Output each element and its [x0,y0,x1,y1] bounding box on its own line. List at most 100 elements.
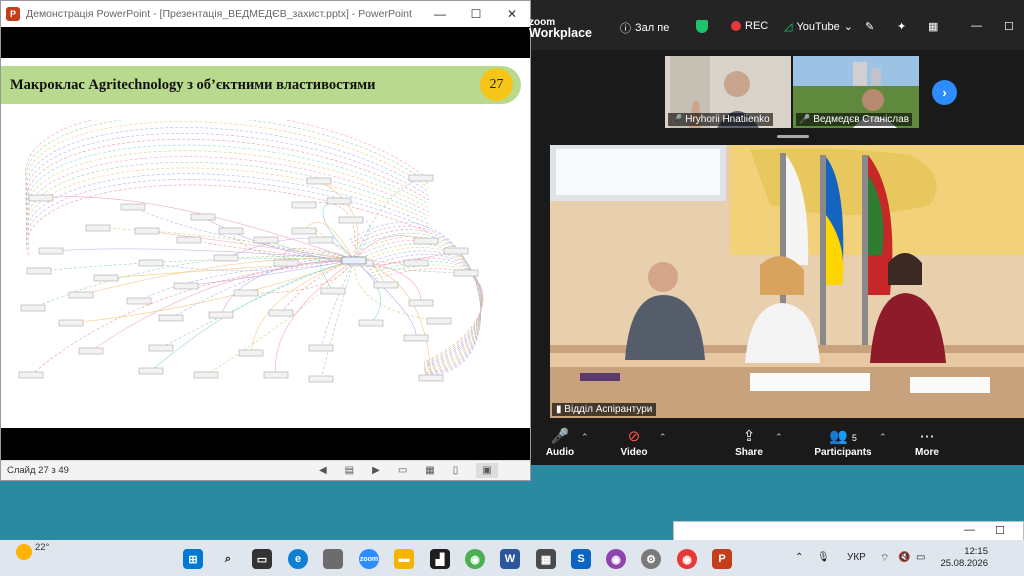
calculator-icon[interactable]: ▦ [536,549,556,569]
date: 25.08.2026 [940,558,988,569]
graph-arc [25,138,430,216]
graph-node [58,319,84,327]
app-s-icon[interactable]: S [571,549,591,569]
language-indicator[interactable]: УКР [847,552,866,563]
microphone-icon[interactable]: 🎙 [817,552,830,563]
battery-icon[interactable]: ▭ [916,552,925,563]
video-options-caret[interactable]: ⌃ [659,432,667,443]
active-speaker-video[interactable]: ▮ Відділ Аспірантури [550,145,1024,418]
minimize-button[interactable]: — [964,524,975,536]
graph-node [306,177,332,185]
clock[interactable]: 12:15 25.08.2026 [940,546,988,570]
audio-options-caret[interactable]: ⌃ [581,432,589,443]
slide[interactable]: Макроклас Agritechnology з об’єктними вл… [1,58,530,428]
security-icon[interactable] [696,20,708,33]
graph-node [233,289,259,297]
graph-node [308,344,334,352]
view-button[interactable]: ⓘ Зал пе [620,20,669,36]
graph-hub-node [341,256,367,265]
graph-node [408,174,434,182]
minimize-button[interactable]: — [422,1,458,27]
graph-node [120,203,146,211]
maximize-button[interactable]: ☐ [458,1,494,27]
graph-node [218,227,244,235]
powerpoint-icon[interactable]: P [712,549,732,569]
audio-button[interactable]: 🎤 Audio [545,427,575,458]
graph-node [418,374,444,382]
graph-edge [146,230,355,261]
slide-menu-icon[interactable]: ▤ [345,465,354,476]
graph-node [68,291,94,299]
resize-handle[interactable] [777,135,809,138]
graph-node [426,317,452,325]
tray-chevron-icon[interactable]: ⌃ [795,552,803,563]
apps-icon[interactable]: ▦ [928,20,938,33]
graph-node [173,282,199,290]
share-screen-icon: ⇪ [742,428,756,445]
previous-slide-icon[interactable]: ◀ [319,465,327,476]
window-title: Демонстрація PowerPoint - [Презентація_В… [26,8,412,20]
zoom-icon[interactable]: zoom [359,549,379,569]
slide-sorter-icon[interactable]: ▦ [425,465,434,476]
settings-icon[interactable]: ⚙ [641,549,661,569]
word-icon[interactable]: W [500,549,520,569]
wifi-icon[interactable]: ⌔ [880,552,889,565]
share-options-caret[interactable]: ⌃ [775,432,783,443]
graph-node [373,281,399,289]
graph-node [338,216,364,224]
participant-tile[interactable]: 🎤 Ведмедєв Станіслав [793,56,919,128]
normal-view-icon[interactable]: ▭ [398,465,407,476]
wand-icon[interactable]: ✎ [865,20,874,33]
graph-node [176,236,202,244]
mic-muted-icon: 🎤 [799,114,811,124]
minimize-button[interactable]: — [971,20,982,32]
volume-muted-icon[interactable]: 🔇 [898,552,910,563]
video-button[interactable]: ⊘ Video [619,427,649,458]
weather-widget[interactable]: 22° [16,542,49,560]
maximize-button[interactable]: ☐ [995,524,1005,537]
participants-button[interactable]: 👥 5 Participants [812,427,874,458]
file-explorer-icon[interactable]: ▬ [394,549,414,569]
signal-icon: ◿ [784,21,793,33]
recording-indicator[interactable]: REC [731,20,768,32]
chrome-icon[interactable]: ◉ [465,549,485,569]
start-icon[interactable]: ⊞ [183,549,203,569]
next-page-button[interactable]: › [932,80,957,105]
graph-edge [230,230,355,261]
slide-title: Макроклас Agritechnology з об’єктними вл… [10,76,376,93]
ppt-title-bar: P Демонстрація PowerPoint - [Презентація… [1,1,530,27]
participant-tile[interactable]: 🎤 Hryhorii Hnatiienko [665,56,791,128]
time: 12:15 [964,546,988,557]
chrome-profile-icon[interactable]: ◉ [606,549,626,569]
reading-view-icon[interactable]: ▯ [453,465,459,476]
task-view-icon[interactable]: ▭ [252,549,272,569]
background-window[interactable]: — ☐ [673,521,1024,541]
next-slide-icon[interactable]: ▶ [372,465,380,476]
chart-app-icon[interactable]: ▟ [430,549,450,569]
powerpoint-icon: P [6,7,20,21]
graph-node [263,371,289,379]
edge-icon[interactable]: e [288,549,308,569]
more-button[interactable]: ⋯ More [912,427,942,458]
graph-node [28,194,54,202]
graph-node [134,227,160,235]
slideshow-icon[interactable]: ▣ [476,463,498,478]
graph-edge [353,259,381,324]
graph-node [158,314,184,322]
chrome-alt-icon[interactable]: ◉ [677,549,697,569]
maximize-button[interactable]: ☐ [1004,20,1014,33]
close-button[interactable]: ✕ [494,1,530,27]
slide-counter: Слайд 27 з 49 [7,465,69,476]
record-icon [731,21,741,31]
youtube-stream-button[interactable]: ◿ YouTube ⌄ [784,20,853,34]
graph-node [20,304,46,312]
graph-node [85,224,111,232]
app-icon[interactable] [323,549,343,569]
mic-muted-icon: 🎤 [671,114,683,124]
ai-sparkle-icon[interactable]: ✦ [897,20,906,33]
graph-node [320,287,346,295]
search-icon[interactable]: ⌕ [218,549,238,569]
participants-options-caret[interactable]: ⌃ [879,432,887,443]
graph-node [193,371,219,379]
share-button[interactable]: ⇪ Share [734,427,764,458]
